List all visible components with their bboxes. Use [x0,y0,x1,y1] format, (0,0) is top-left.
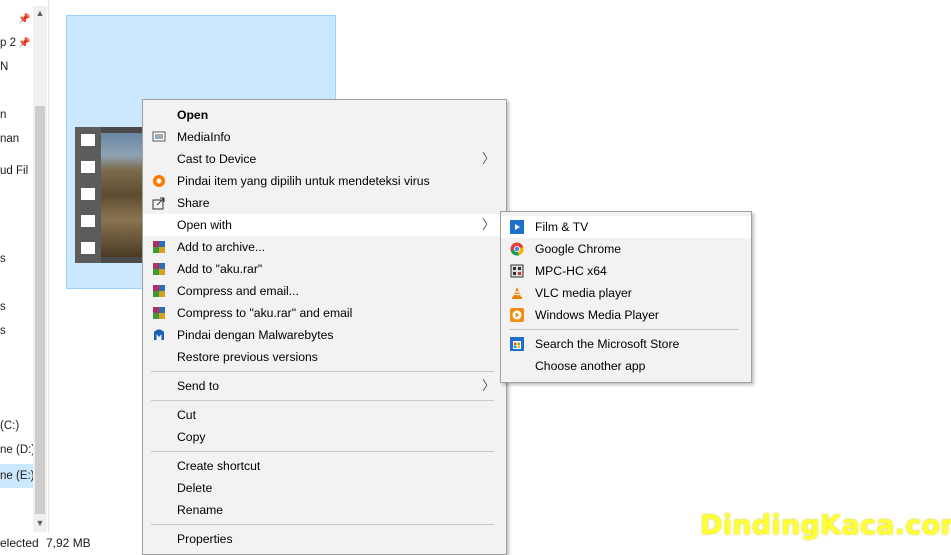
nav-item[interactable]: ud Fil [0,165,28,177]
menu-item-create-shortcut[interactable]: Create shortcut [143,455,506,477]
submenu-item-film-tv[interactable]: Film & TV [501,216,751,238]
status-selected: elected [0,536,39,550]
menu-item-open-with[interactable]: Open with 〉 [143,214,506,236]
menu-item-add-to-aku-rar[interactable]: Add to "aku.rar" [143,258,506,280]
chevron-right-icon: 〉 [481,378,495,393]
nav-item-drive-d[interactable]: ne (D:) [0,444,35,456]
submenu-item-microsoft-store[interactable]: Search the Microsoft Store [501,333,751,355]
nav-item[interactable]: s [0,253,6,265]
navigation-pane: 📌 📌 p 2 N n nan ud Fil s s s (C:) ne (D:… [0,0,49,532]
nav-item-drive-c[interactable]: (C:) [0,420,19,432]
submenu-item-vlc[interactable]: VLC media player [501,282,751,304]
video-thumbnail[interactable] [75,127,145,263]
menu-item-cut[interactable]: Cut [143,404,506,426]
vlc-icon [512,287,522,299]
menu-item-rename[interactable]: Rename [143,499,506,521]
submenu-item-mpc-hc[interactable]: MPC-HC x64 [501,260,751,282]
menu-item-compress-to-aku-rar-email[interactable]: Compress to "aku.rar" and email [143,302,506,324]
menu-item-delete[interactable]: Delete [143,477,506,499]
submenu-item-windows-media-player[interactable]: Windows Media Player [501,304,751,326]
nav-item[interactable]: n [0,109,6,121]
menu-item-mediainfo[interactable]: MediaInfo [143,126,506,148]
menu-item-send-to[interactable]: Send to 〉 [143,375,506,397]
winrar-icon [153,307,165,319]
watermark: DindingKaca.com [700,510,951,541]
mpc-hc-icon [510,264,524,278]
nav-item-drive-e[interactable]: ne (E:) [0,464,35,488]
menu-item-share[interactable]: Share [143,192,506,214]
menu-separator [151,524,494,525]
menu-separator [151,400,494,401]
menu-item-restore-previous-versions[interactable]: Restore previous versions [143,346,506,368]
scroll-down-icon[interactable]: ▼ [33,518,47,528]
chrome-icon [510,242,524,256]
pin-icon[interactable]: 📌 [18,38,30,49]
winrar-icon [153,263,165,275]
open-with-submenu: Film & TV Google Chrome MPC-HC x64 VLC m… [500,211,752,383]
scroll-up-icon[interactable]: ▲ [33,8,47,18]
menu-item-malwarebytes-scan[interactable]: Pindai dengan Malwarebytes [143,324,506,346]
film-strip-icon [75,127,101,263]
status-size: 7,92 MB [46,536,91,550]
video-frame-image [101,133,145,257]
menu-separator [151,451,494,452]
nav-item[interactable]: nan [0,133,19,145]
mediainfo-icon [152,131,166,142]
chevron-right-icon: 〉 [481,217,495,232]
nav-item[interactable]: p 2 [0,37,16,49]
menu-item-properties[interactable]: Properties [143,528,506,550]
context-menu: Open MediaInfo Cast to Device 〉 Pindai it… [142,99,507,555]
nav-item[interactable]: N [0,61,8,73]
pin-icon[interactable]: 📌 [18,14,30,25]
submenu-item-choose-another-app[interactable]: Choose another app [501,355,751,377]
nav-item[interactable]: s [0,301,6,313]
submenu-item-google-chrome[interactable]: Google Chrome [501,238,751,260]
avast-icon [153,175,165,187]
nav-item[interactable]: s [0,325,6,337]
share-icon [152,197,165,210]
chevron-right-icon: 〉 [481,151,495,166]
scroll-thumb[interactable] [35,106,45,514]
menu-separator [151,371,494,372]
nav-scrollbar[interactable]: ▲ ▼ [33,6,47,532]
store-icon [510,337,524,351]
menu-item-compress-and-email[interactable]: Compress and email... [143,280,506,302]
menu-item-open[interactable]: Open [143,104,506,126]
malwarebytes-icon [154,329,164,340]
menu-item-copy[interactable]: Copy [143,426,506,448]
menu-item-avast-scan[interactable]: Pindai item yang dipilih untuk mendeteks… [143,170,506,192]
submenu-separator [509,329,739,330]
menu-item-add-to-archive[interactable]: Add to archive... [143,236,506,258]
winrar-icon [153,285,165,297]
film-tv-icon [510,220,524,234]
menu-item-cast-to-device[interactable]: Cast to Device 〉 [143,148,506,170]
wmp-icon [510,308,524,322]
winrar-icon [153,241,165,253]
